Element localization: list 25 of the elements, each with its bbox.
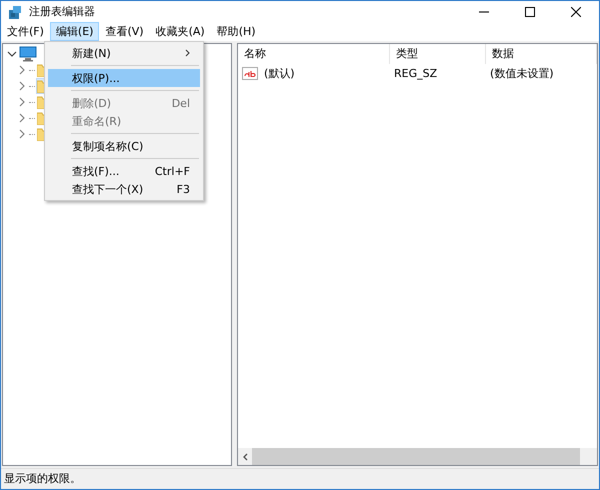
menu-bar-item[interactable]: 帮助(H)	[210, 22, 262, 41]
computer-icon	[19, 46, 37, 62]
status-text: 显示项的权限。	[4, 472, 81, 485]
menu-bar-item[interactable]: 收藏夹(A)	[150, 22, 211, 41]
menu-bar-item[interactable]: 查看(V)	[99, 22, 150, 41]
column-header[interactable]: 数据	[486, 44, 597, 64]
table-cell[interactable]: (默认)	[260, 66, 295, 80]
scroll-left-icon[interactable]	[242, 452, 248, 460]
table-cell-text: REG_SZ	[393, 66, 438, 80]
menu-item[interactable]: 新建(N)	[48, 44, 200, 62]
menu-item[interactable]: 权限(P)...	[48, 69, 200, 87]
column-header[interactable]: 类型	[390, 44, 486, 64]
menu-item[interactable]: 查找下一个(X) F3	[48, 180, 200, 198]
menu-bar-item[interactable]: 文件(F)	[1, 22, 50, 41]
horizontal-scrollbar-thumb[interactable]	[252, 448, 580, 465]
menu-item[interactable]: 查找(F)... Ctrl+F	[48, 162, 200, 180]
table-cell-text: (数值未设置)	[489, 66, 555, 80]
menu-item[interactable]: 复制项名称(C)	[48, 137, 200, 155]
maximize-icon	[525, 6, 535, 16]
string-value-icon	[242, 66, 258, 80]
menu-bar-item[interactable]: 编辑(E)	[50, 22, 100, 41]
column-header[interactable]: 名称	[238, 44, 390, 64]
app-icon	[7, 4, 23, 20]
window-title: 注册表编辑器	[29, 4, 95, 19]
close-icon	[571, 6, 581, 16]
